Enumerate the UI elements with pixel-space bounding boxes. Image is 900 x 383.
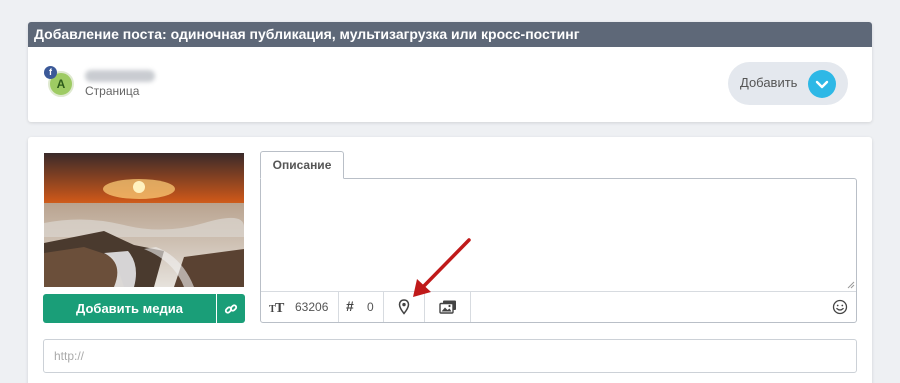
account-type-label: Страница — [85, 84, 140, 98]
page-title: Добавление поста: одиночная публикация, … — [28, 22, 872, 47]
description-editor: T T 63206 # 0 — [260, 178, 857, 323]
char-counter: T T 63206 — [261, 292, 339, 322]
hashtag-count: 0 — [367, 300, 374, 314]
description-textarea[interactable] — [261, 179, 856, 291]
link-icon[interactable] — [217, 294, 245, 323]
add-button[interactable]: Добавить — [728, 62, 848, 105]
add-media-button[interactable]: Добавить медиа — [43, 294, 216, 323]
url-input[interactable] — [43, 339, 857, 373]
hashtag-icon: # — [346, 298, 354, 314]
chars-remaining: 63206 — [295, 300, 329, 314]
editor-toolbar: T T 63206 # 0 — [261, 291, 856, 322]
gallery-icon — [439, 300, 456, 314]
location-button[interactable] — [384, 292, 425, 322]
post-header-card: Добавление поста: одиночная публикация, … — [28, 22, 872, 122]
account-name-blurred — [85, 70, 155, 82]
location-pin-icon — [398, 299, 410, 315]
text-size-icon: T T — [269, 301, 285, 314]
chevron-down-icon — [808, 70, 836, 98]
add-button-label: Добавить — [740, 75, 798, 90]
post-editor-card: Добавить медиа Описание T T 63206 # 0 — [28, 137, 872, 383]
smiley-icon[interactable] — [832, 299, 848, 315]
tab-description[interactable]: Описание — [260, 151, 344, 179]
hashtag-counter: # 0 — [339, 292, 384, 322]
gallery-button[interactable] — [425, 292, 471, 322]
resize-grip-icon[interactable] — [847, 281, 855, 289]
svg-text:T: T — [275, 301, 285, 314]
media-thumbnail[interactable] — [44, 153, 244, 287]
facebook-icon: f — [44, 66, 57, 79]
